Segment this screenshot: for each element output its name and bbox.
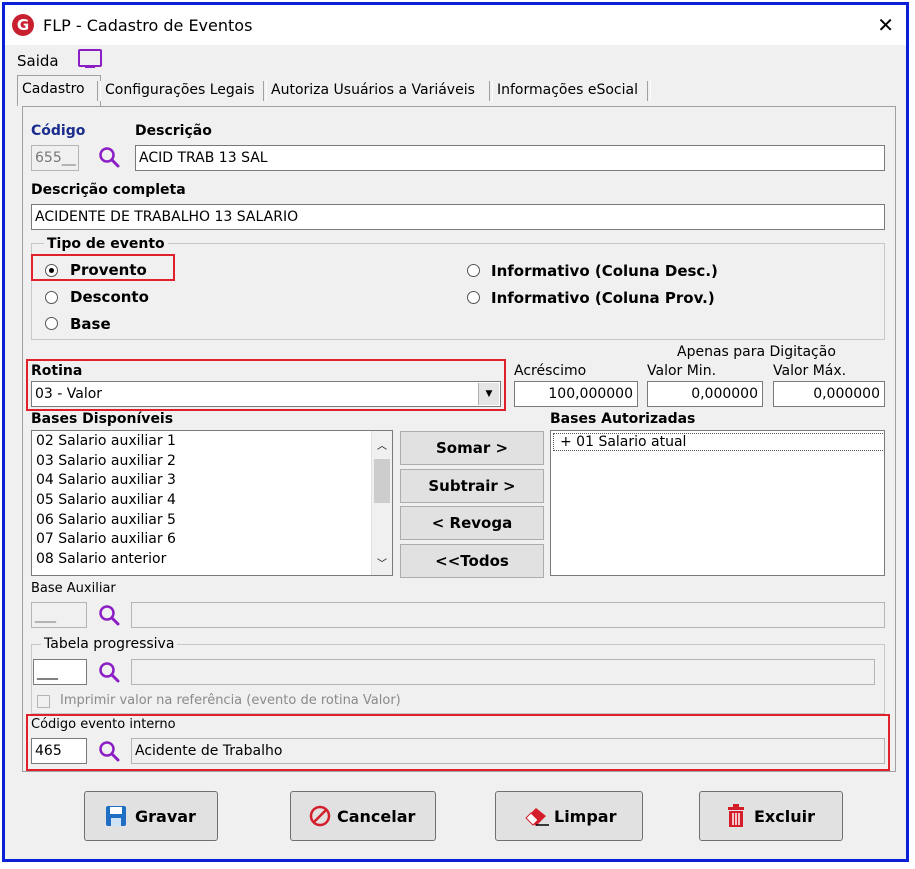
highlight-box — [26, 359, 506, 411]
chevron-up-icon[interactable]: ︿ — [377, 437, 387, 452]
descricao-label: Descrição — [135, 123, 212, 139]
cancel-icon — [309, 805, 331, 827]
subtrair-button[interactable]: Subtrair > — [400, 469, 544, 503]
list-item[interactable]: 02 Salario auxiliar 1 — [36, 433, 176, 449]
background-strip — [909, 0, 915, 869]
tab-autoriza-usuarios[interactable]: Autoriza Usuários a Variáveis — [267, 77, 479, 103]
radio-desconto[interactable] — [45, 291, 58, 304]
highlight-box — [31, 254, 175, 281]
tabela-progressiva-label: Tabela progressiva — [41, 636, 178, 652]
dialog-window: G FLP - Cadastro de Eventos ✕ Saida Cada… — [2, 2, 909, 862]
base-auxiliar-code[interactable]: ___ — [31, 602, 87, 628]
excluir-label: Excluir — [754, 807, 815, 826]
menu-bar: Saida — [5, 45, 906, 73]
radio-base-label[interactable]: Base — [70, 315, 111, 333]
radio-informativo-desc-label[interactable]: Informativo (Coluna Desc.) — [491, 262, 718, 280]
bases-autorizadas-list[interactable]: + 01 Salario atual — [550, 430, 885, 576]
save-icon — [106, 806, 126, 826]
list-item[interactable]: 08 Salario anterior — [36, 551, 166, 567]
list-item[interactable]: 03 Salario auxiliar 2 — [36, 453, 176, 469]
tab-configuracoes-legais[interactable]: Configurações Legais — [101, 77, 259, 103]
codigo-field[interactable]: 655__ — [31, 145, 79, 171]
imprimir-checkbox[interactable] — [37, 695, 50, 708]
chevron-down-icon[interactable]: ﹀ — [377, 555, 387, 570]
valor-min-field[interactable]: 0,000000 — [647, 381, 763, 407]
search-icon[interactable] — [97, 145, 121, 169]
descricao-field[interactable]: ACID TRAB 13 SAL — [135, 145, 885, 171]
bases-autorizadas-label: Bases Autorizadas — [550, 411, 696, 427]
monitor-icon[interactable] — [78, 49, 102, 68]
gravar-label: Gravar — [135, 807, 196, 826]
highlight-box — [26, 714, 890, 771]
close-button[interactable]: ✕ — [877, 13, 894, 37]
radio-informativo-prov-label[interactable]: Informativo (Coluna Prov.) — [491, 289, 715, 307]
cancelar-label: Cancelar — [337, 807, 416, 826]
codigo-label: Código — [31, 123, 86, 139]
app-logo-icon: G — [12, 14, 34, 36]
todos-button[interactable]: <<Todos — [400, 544, 544, 578]
valor-max-label: Valor Máx. — [773, 363, 847, 379]
acrescimo-label: Acréscimo — [514, 363, 587, 379]
list-item[interactable]: 04 Salario auxiliar 3 — [36, 472, 176, 488]
bases-disponiveis-label: Bases Disponíveis — [31, 411, 174, 427]
limpar-label: Limpar — [554, 807, 617, 826]
descricao-completa-label: Descrição completa — [31, 182, 186, 198]
search-icon[interactable] — [97, 603, 121, 627]
valor-max-field[interactable]: 0,000000 — [773, 381, 885, 407]
gravar-button[interactable]: Gravar — [84, 791, 218, 841]
valor-min-label: Valor Min. — [647, 363, 717, 379]
list-item[interactable]: 06 Salario auxiliar 5 — [36, 512, 176, 528]
radio-informativo-desc[interactable] — [467, 264, 480, 277]
base-auxiliar-desc — [131, 602, 885, 628]
menu-saida[interactable]: Saida — [17, 52, 59, 70]
tab-cadastro[interactable]: Cadastro — [17, 75, 101, 106]
descricao-completa-field[interactable]: ACIDENTE DE TRABALHO 13 SALARIO — [31, 204, 885, 230]
acrescimo-field[interactable]: 100,000000 — [514, 381, 638, 407]
radio-desconto-label[interactable]: Desconto — [70, 288, 149, 306]
bases-disponiveis-list[interactable]: 02 Salario auxiliar 1 03 Salario auxilia… — [31, 430, 393, 576]
list-item[interactable]: 05 Salario auxiliar 4 — [36, 492, 176, 508]
excluir-button[interactable]: Excluir — [699, 791, 843, 841]
tipo-evento-label: Tipo de evento — [44, 236, 168, 252]
trash-icon — [728, 804, 744, 827]
list-item[interactable]: 07 Salario auxiliar 6 — [36, 531, 176, 547]
radio-informativo-prov[interactable] — [467, 291, 480, 304]
tabela-progressiva-code[interactable]: ___ — [33, 659, 87, 685]
somar-button[interactable]: Somar > — [400, 431, 544, 465]
tab-separator — [647, 81, 651, 101]
cancelar-button[interactable]: Cancelar — [290, 791, 436, 841]
apenas-digitacao-label: Apenas para Digitação — [677, 344, 836, 360]
search-icon[interactable] — [97, 660, 121, 684]
tab-informacoes-esocial[interactable]: Informações eSocial — [493, 77, 642, 103]
base-auxiliar-label: Base Auxiliar — [31, 581, 116, 596]
scrollbar-thumb[interactable] — [374, 459, 390, 503]
window-title: FLP - Cadastro de Eventos — [43, 16, 253, 35]
list-item[interactable]: + 01 Salario atual — [553, 433, 884, 451]
limpar-button[interactable]: Limpar — [495, 791, 643, 841]
radio-base[interactable] — [45, 317, 58, 330]
eraser-icon — [525, 808, 549, 826]
revoga-button[interactable]: < Revoga — [400, 506, 544, 540]
vertical-scrollbar[interactable]: ︿ ﹀ — [371, 431, 392, 575]
title-bar: G FLP - Cadastro de Eventos ✕ — [5, 5, 906, 45]
tabela-progressiva-desc — [131, 659, 875, 685]
cadastro-panel: Código 655__ Descrição ACID TRAB 13 SAL … — [22, 106, 896, 772]
imprimir-label: Imprimir valor na referência (evento de … — [60, 693, 401, 708]
